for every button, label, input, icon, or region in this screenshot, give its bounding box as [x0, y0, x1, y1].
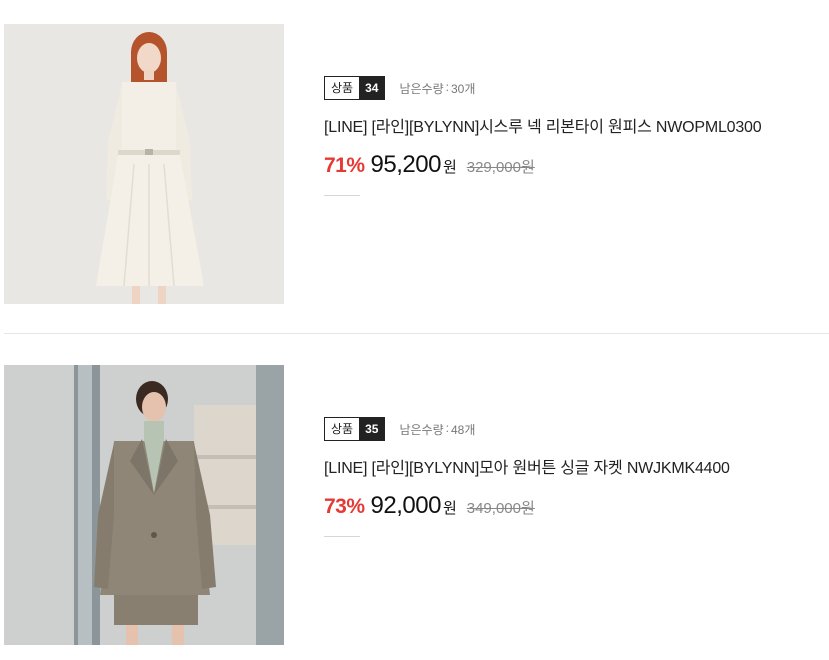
- stock-separator: :: [445, 79, 449, 94]
- badge-number: 35: [359, 418, 385, 440]
- divider-short: [324, 536, 360, 537]
- badge-label: 상품: [325, 77, 360, 99]
- stock-value: 30개: [450, 81, 476, 96]
- product-badge: 상품 35: [324, 417, 386, 441]
- original-price: 329,000원: [466, 159, 535, 176]
- tag-row: 상품 34 남은수량 : 30개: [324, 76, 824, 100]
- stock-label: 남은수량: [399, 422, 444, 437]
- dress-photo-icon: [4, 24, 284, 304]
- discount-rate: 71%: [324, 154, 365, 177]
- divider-short: [324, 195, 360, 196]
- product-info: 상품 34 남은수량 : 30개 [LINE] [라인][BYLYNN]시스루 …: [324, 76, 824, 196]
- badge-number: 34: [359, 77, 385, 99]
- product-divider: [4, 333, 829, 334]
- product-image[interactable]: [4, 24, 284, 304]
- sale-price: 95,200: [370, 151, 442, 178]
- stock-value: 48개: [450, 422, 476, 437]
- price-row: 73% 92,000 원 349,000원: [324, 492, 824, 520]
- tag-row: 상품 35 남은수량 : 48개: [324, 417, 824, 441]
- product-title[interactable]: [LINE] [라인][BYLYNN]모아 원버튼 싱글 자켓 NWJKMK44…: [324, 454, 824, 478]
- stock-info: 남은수량 : 48개: [399, 421, 475, 438]
- stock-info: 남은수량 : 30개: [399, 80, 475, 97]
- stock-label: 남은수량: [399, 81, 444, 96]
- product-badge: 상품 34: [324, 76, 386, 100]
- price-row: 71% 95,200 원 329,000원: [324, 151, 824, 179]
- jacket-photo-icon: [4, 365, 284, 645]
- sale-price: 92,000: [370, 492, 442, 519]
- price-unit: 원: [442, 500, 457, 517]
- product-card[interactable]: 상품 34 남은수량 : 30개 [LINE] [라인][BYLYNN]시스루 …: [0, 0, 829, 320]
- product-title[interactable]: [LINE] [라인][BYLYNN]시스루 넥 리본타이 원피스 NWOPML…: [324, 113, 824, 137]
- badge-label: 상품: [325, 418, 360, 440]
- product-info: 상품 35 남은수량 : 48개 [LINE] [라인][BYLYNN]모아 원…: [324, 417, 824, 537]
- stock-separator: :: [445, 420, 449, 435]
- product-card[interactable]: 상품 35 남은수량 : 48개 [LINE] [라인][BYLYNN]모아 원…: [0, 341, 829, 660]
- price-unit: 원: [442, 159, 457, 176]
- discount-rate: 73%: [324, 495, 365, 518]
- original-price: 349,000원: [466, 500, 535, 517]
- product-image[interactable]: [4, 365, 284, 645]
